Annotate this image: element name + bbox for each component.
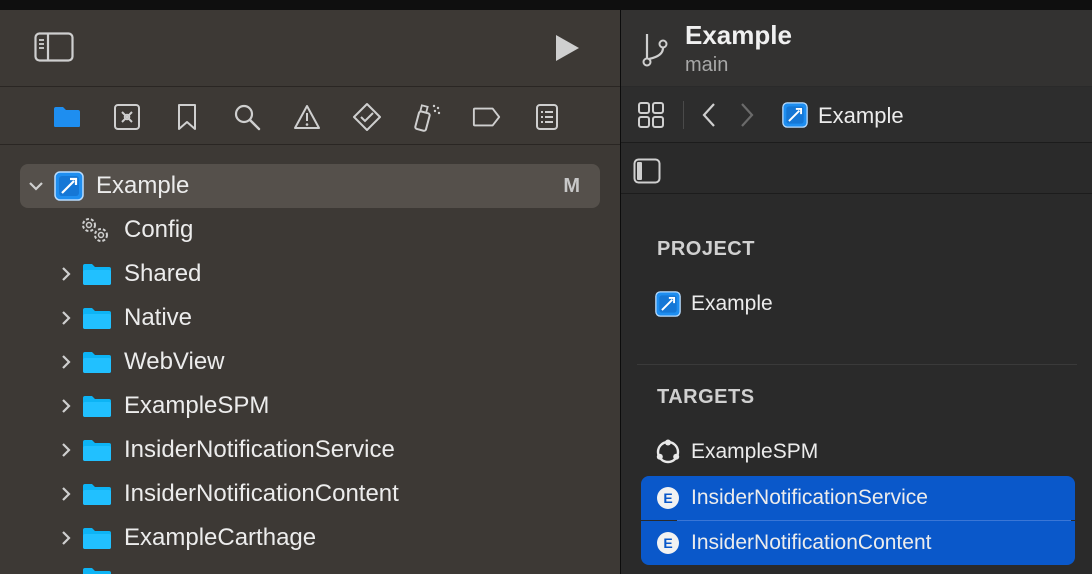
- forward-icon[interactable]: [737, 101, 757, 129]
- folder-icon: [82, 262, 112, 286]
- gears-icon: [78, 214, 112, 251]
- jumpbar-project-label[interactable]: Example: [818, 103, 904, 129]
- project-section-heading: PROJECT: [657, 238, 755, 260]
- chevron-right-icon[interactable]: [58, 442, 74, 458]
- folder-icon: [82, 438, 112, 462]
- sidebar-toggle-icon[interactable]: [633, 158, 661, 189]
- project-item-label: Example: [691, 292, 773, 315]
- tree-item-webview[interactable]: WebView: [20, 340, 600, 384]
- tree-item-native[interactable]: Native: [20, 296, 600, 340]
- chevron-right-icon[interactable]: [58, 398, 74, 414]
- branch-name: main: [685, 54, 729, 76]
- chevron-right-icon[interactable]: [58, 266, 74, 282]
- navigator-tabs: [0, 88, 620, 144]
- tree-item-examplecarthage[interactable]: ExampleCarthage: [20, 516, 600, 560]
- target-label: InsiderNotificationService: [691, 486, 928, 509]
- spray-icon[interactable]: [412, 102, 442, 132]
- tree-item-insidernotificationservice[interactable]: InsiderNotificationService: [20, 428, 600, 472]
- modified-badge: M: [563, 174, 580, 197]
- chevron-right-icon[interactable]: [58, 530, 74, 546]
- tree-item-config[interactable]: Config: [20, 208, 600, 252]
- jumpbar-divider: [683, 101, 684, 129]
- extension-icon: E: [655, 530, 681, 556]
- tag-icon[interactable]: [472, 102, 502, 132]
- app-target-icon: [655, 439, 681, 465]
- tree-item-examplespm[interactable]: ExampleSPM: [20, 384, 600, 428]
- tree-item-label: Config: [124, 216, 194, 243]
- tree-item-label: Shared: [124, 260, 202, 287]
- tree-item-label: InsiderNotificationService: [124, 436, 395, 463]
- editor-header: Example main: [621, 10, 1092, 86]
- xcode-project-icon: [655, 291, 681, 317]
- x-square-icon[interactable]: [112, 102, 142, 132]
- window-top-strip: [0, 0, 1092, 10]
- section-divider: [637, 364, 1077, 365]
- tree-item-label: ExampleSPM: [124, 392, 270, 419]
- extension-icon: E: [655, 485, 681, 511]
- toolbar-separator: [0, 86, 620, 87]
- grid-icon[interactable]: [637, 101, 665, 129]
- folder-icon: [82, 526, 112, 550]
- jump-bar: Example: [621, 87, 1092, 143]
- tabs-separator: [0, 144, 620, 145]
- folder-icon: [82, 482, 112, 506]
- navigator-pane: Example M Config Shared Native WebView E…: [0, 10, 620, 574]
- xcode-project-icon: [54, 171, 84, 208]
- chevron-right-icon[interactable]: [58, 354, 74, 370]
- tree-item-label: InsiderNotificationContent: [124, 480, 399, 507]
- chevron-right-icon[interactable]: [58, 310, 74, 326]
- target-item-insidernotificationcontent[interactable]: E InsiderNotificationContent: [641, 521, 1075, 565]
- project-list-item[interactable]: Example: [641, 282, 1075, 326]
- target-label: ExampleSPM: [691, 440, 819, 463]
- folder-icon: [82, 306, 112, 330]
- search-icon[interactable]: [232, 102, 262, 132]
- tree-item-partial[interactable]: [20, 560, 600, 574]
- bookmark-icon[interactable]: [172, 102, 202, 132]
- navigator-toolbar: [0, 10, 620, 86]
- chevron-right-icon[interactable]: [58, 486, 74, 502]
- folder-icon: [82, 350, 112, 374]
- chevron-down-icon[interactable]: [28, 178, 44, 194]
- diamond-check-icon[interactable]: [352, 102, 382, 132]
- list-icon[interactable]: [532, 102, 562, 132]
- editor-sub-toolbar: [621, 144, 1092, 194]
- tree-item-insidernotificationcontent[interactable]: InsiderNotificationContent: [20, 472, 600, 516]
- run-button[interactable]: [548, 30, 584, 66]
- folder-icon: [82, 566, 112, 574]
- target-item-insidernotificationservice[interactable]: E InsiderNotificationService: [641, 476, 1075, 520]
- xcode-project-icon[interactable]: [781, 101, 809, 129]
- target-label: InsiderNotificationContent: [691, 531, 932, 554]
- targets-section-heading: TARGETS: [657, 386, 755, 408]
- target-item-examplespm[interactable]: ExampleSPM: [641, 430, 1075, 474]
- tree-item-example-project[interactable]: Example M: [20, 164, 600, 208]
- branch-icon: [641, 32, 669, 68]
- project-title: Example: [685, 20, 792, 50]
- warning-icon[interactable]: [292, 102, 322, 132]
- tree-item-shared[interactable]: Shared: [20, 252, 600, 296]
- tree-item-label: Native: [124, 304, 193, 331]
- sidebar-toggle-icon[interactable]: [34, 32, 74, 62]
- tree-item-label: Example: [96, 172, 190, 199]
- folder-icon[interactable]: [52, 102, 82, 132]
- folder-icon: [82, 394, 112, 418]
- tree-item-label: WebView: [124, 348, 225, 375]
- editor-pane: Example main Example PROJECT Example TAR…: [621, 10, 1092, 574]
- tree-item-label: ExampleCarthage: [124, 524, 317, 551]
- back-icon[interactable]: [699, 101, 719, 129]
